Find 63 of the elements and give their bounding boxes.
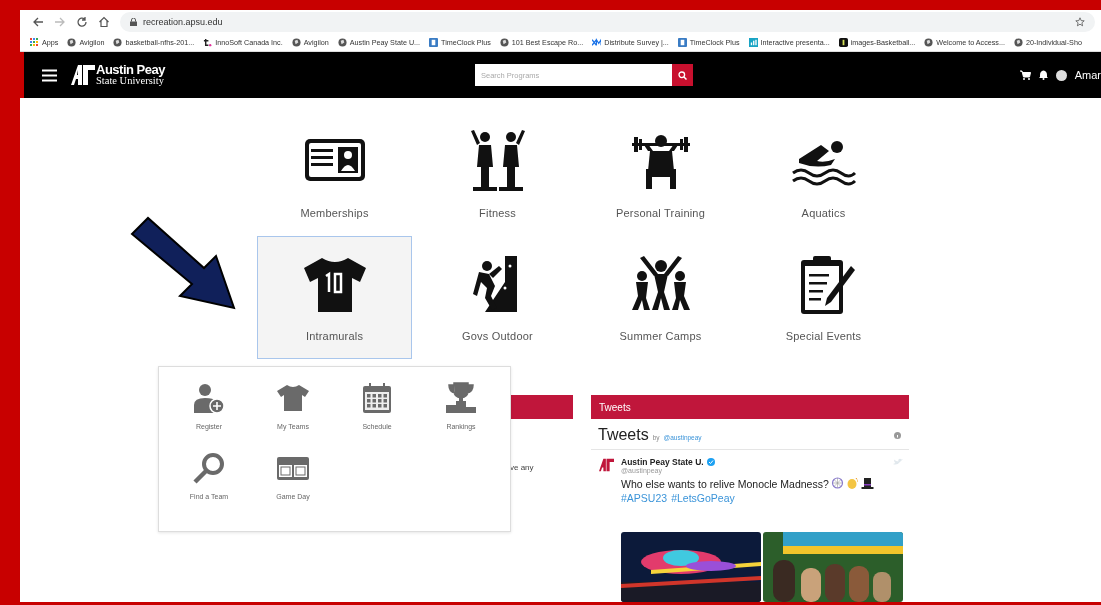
- program-label: Personal Training: [616, 207, 705, 219]
- search-icon: [678, 70, 687, 80]
- program-label: Govs Outdoor: [462, 330, 533, 342]
- bird-icon: [893, 458, 903, 466]
- logo-title: Austin Peay: [96, 64, 165, 77]
- lock-icon: [130, 18, 137, 27]
- user-name[interactable]: Amar: [1074, 69, 1101, 82]
- clapping-hands-icon: [845, 477, 859, 490]
- program-tile[interactable]: Special Events: [746, 236, 901, 359]
- cart-icon[interactable]: [1019, 70, 1031, 81]
- program-label: Summer Camps: [619, 330, 702, 342]
- menu-icon[interactable]: [42, 68, 57, 82]
- globe-icon: [499, 38, 509, 48]
- program-label: Aquatics: [801, 207, 846, 219]
- calendar-icon: [360, 381, 394, 415]
- xm-icon: [592, 38, 602, 48]
- program-label: Special Events: [785, 330, 862, 342]
- globe-icon: [113, 38, 123, 48]
- app-icon: [838, 38, 848, 48]
- clock-app-icon: [429, 38, 439, 48]
- address-bar[interactable]: recreation.apsu.edu: [120, 12, 1095, 33]
- url-text: recreation.apsu.edu: [143, 17, 223, 28]
- panel-header: Tweets: [591, 395, 909, 419]
- logo-icon: [71, 65, 95, 86]
- timeline-title: Tweets: [598, 426, 649, 444]
- globe-icon: [924, 38, 934, 48]
- program-label: Memberships: [300, 207, 369, 219]
- program-tile[interactable]: Memberships: [257, 113, 412, 236]
- home-icon[interactable]: [98, 16, 110, 29]
- star-icon[interactable]: [1075, 17, 1085, 28]
- info-icon[interactable]: [894, 431, 901, 439]
- add-user-icon: [192, 381, 226, 415]
- program-tile[interactable]: Govs Outdoor: [420, 236, 575, 359]
- program-tile[interactable]: Personal Training: [583, 113, 738, 236]
- avatar-icon[interactable]: [1055, 69, 1067, 81]
- program-tile[interactable]: Intramurals: [257, 236, 412, 359]
- logo-subtitle: State University: [96, 76, 164, 86]
- program-tile[interactable]: Aquatics: [746, 113, 901, 236]
- tweet-text: Who else wants to relive Monocle Madness?: [621, 477, 829, 490]
- clock-app-icon: [677, 38, 687, 48]
- program-tile[interactable]: Summer Camps: [583, 236, 738, 359]
- ferris-wheel-icon: [830, 477, 844, 490]
- program-label: Intramurals: [305, 330, 364, 342]
- reload-icon[interactable]: [76, 16, 88, 29]
- avatar-logo-icon: [599, 457, 614, 473]
- top-hat-icon: [860, 477, 874, 490]
- back-icon[interactable]: [32, 16, 44, 29]
- globe-icon: [67, 38, 77, 48]
- bell-icon[interactable]: [1038, 70, 1048, 81]
- trophy-podium-icon: [444, 381, 478, 415]
- tweet-author[interactable]: Austin Peay State U.: [621, 457, 704, 467]
- letter-icon: [203, 38, 213, 48]
- apps-icon: [30, 38, 39, 48]
- globe-icon: [291, 38, 301, 48]
- section-header-bar: [510, 395, 573, 419]
- chart-app-icon: [748, 38, 758, 48]
- search-button[interactable]: [672, 64, 693, 87]
- globe-icon: [1013, 38, 1023, 48]
- verified-icon: [706, 458, 715, 466]
- globe-icon: [337, 38, 347, 48]
- search-icon: [192, 451, 226, 485]
- program-tile[interactable]: Fitness: [420, 113, 575, 236]
- program-label: Fitness: [479, 207, 516, 219]
